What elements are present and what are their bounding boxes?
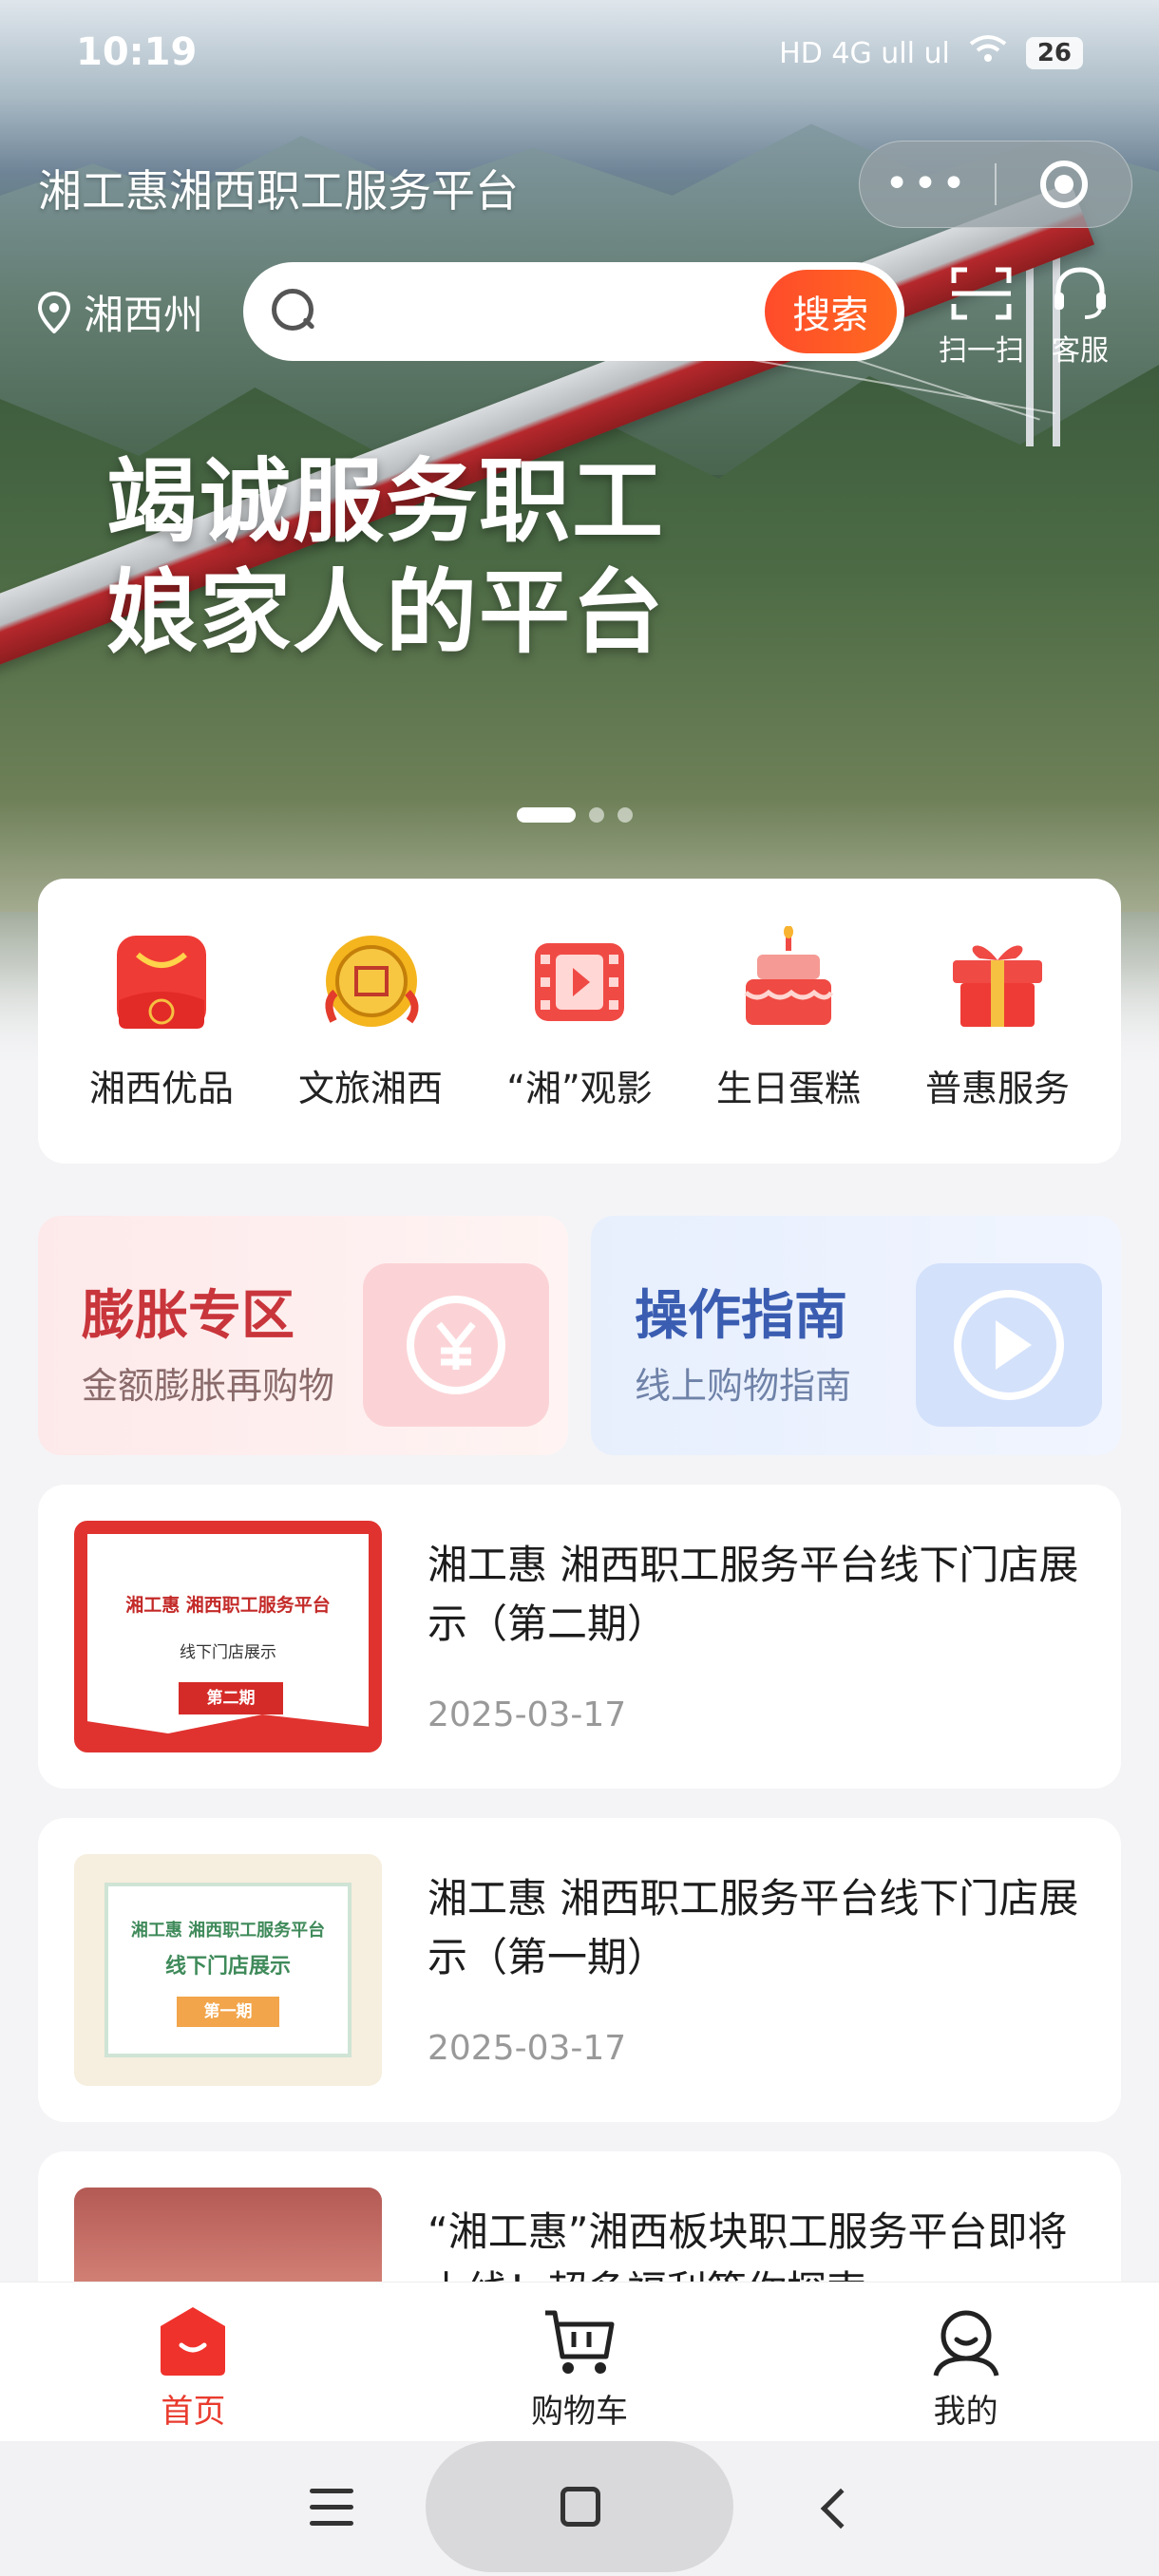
banner-slogan: 竭诚服务职工 娘家人的平台 xyxy=(106,446,665,669)
quick-item-benefits[interactable]: 普惠服务 xyxy=(907,879,1088,1164)
quick-item-label: 生日蛋糕 xyxy=(715,1068,861,1109)
thumb-tag: 第一期 xyxy=(177,1997,279,2027)
promo-operation-guide[interactable]: 操作指南 线上购物指南 xyxy=(591,1216,1121,1455)
miniprogram-capsule[interactable]: ••• xyxy=(859,141,1132,228)
quick-item-label: 文旅湘西 xyxy=(297,1068,443,1109)
tab-label: 我的 xyxy=(933,2393,998,2431)
cake-icon xyxy=(744,926,834,1025)
gold-seal-icon xyxy=(325,936,419,1027)
thumb-subtitle: 线下门店展示 xyxy=(164,1955,291,1979)
tab-cart[interactable]: 购物车 xyxy=(387,2282,773,2441)
quick-item-birthday-cake[interactable]: 生日蛋糕 xyxy=(698,879,879,1164)
search-input[interactable] xyxy=(305,274,765,350)
red-bag-icon xyxy=(117,936,206,1029)
promo-title: 操作指南 xyxy=(635,1285,847,1347)
status-time: 10:19 xyxy=(76,30,198,74)
customer-service-button[interactable]: 客服 xyxy=(1037,264,1123,369)
quick-item-xiangxi-products[interactable]: 湘西优品 xyxy=(71,879,252,1164)
location-selector[interactable]: 湘西州 xyxy=(38,283,203,341)
banner-pagination xyxy=(517,807,633,823)
news-title: 湘工惠 湘西职工服务平台线下门店展示（第一期） xyxy=(428,1875,1079,1980)
location-pin-icon xyxy=(38,291,70,333)
thumb-subtitle: 线下门店展示 xyxy=(180,1643,276,1662)
headset-icon xyxy=(1054,267,1106,319)
news-date: 2025-03-17 xyxy=(428,1695,627,1734)
play-icon xyxy=(916,1263,1102,1427)
wifi-icon xyxy=(969,34,1007,72)
home-icon xyxy=(161,2307,226,2376)
location-label: 湘西州 xyxy=(84,292,204,338)
menu-line-icon xyxy=(310,2489,353,2493)
thumb-frame: 湘工惠 湘西职工服务平台 线下门店展示 第一期 xyxy=(104,1883,352,2057)
yen-cycle-icon xyxy=(363,1263,549,1427)
news-item[interactable]: 湘工惠 湘西职工服务平台 线下门店展示 第一期 湘工惠 湘西职工服务平台线下门店… xyxy=(38,1818,1121,2122)
banner-dot-active[interactable] xyxy=(517,807,576,823)
quick-item-movies[interactable]: “湘”观影 xyxy=(489,879,670,1164)
menu-line-icon xyxy=(310,2505,353,2510)
scan-label: 扫一扫 xyxy=(939,334,1024,368)
service-label: 客服 xyxy=(1052,334,1109,368)
gift-icon xyxy=(953,945,1042,1027)
quick-item-label: 湘西优品 xyxy=(88,1068,234,1109)
status-icons: HD 4G ull ul 26 xyxy=(779,34,1083,72)
banner-dot[interactable] xyxy=(589,807,604,823)
scan-button[interactable]: 扫一扫 xyxy=(939,264,1024,369)
promo-expansion-zone[interactable]: 膨胀专区 金额膨胀再购物 xyxy=(38,1216,568,1455)
search-bar[interactable]: 搜索 xyxy=(243,262,904,361)
banner-dot[interactable] xyxy=(618,807,633,823)
cart-icon xyxy=(545,2310,615,2374)
more-menu-icon[interactable]: ••• xyxy=(860,163,995,205)
news-item[interactable]: 湘工惠 湘西职工服务平台 线下门店展示 第二期 湘工惠 湘西职工服务平台线下门店… xyxy=(38,1485,1121,1789)
quick-item-tourism[interactable]: 文旅湘西 xyxy=(280,879,461,1164)
system-navigation-bar xyxy=(0,2441,1159,2576)
banner-slogan-line2: 娘家人的平台 xyxy=(106,559,665,667)
back-button[interactable] xyxy=(820,2488,862,2529)
quick-item-label: “湘”观影 xyxy=(506,1068,653,1109)
thumb-tag: 第二期 xyxy=(179,1682,283,1714)
promo-subtitle: 线上购物指南 xyxy=(635,1365,852,1407)
app-title: 湘工惠湘西职工服务平台 xyxy=(38,165,519,217)
quick-item-label: 普惠服务 xyxy=(924,1068,1070,1109)
tab-home[interactable]: 首页 xyxy=(0,2282,387,2441)
tab-profile[interactable]: 我的 xyxy=(772,2282,1159,2441)
promo-title: 膨胀专区 xyxy=(82,1285,294,1347)
promo-subtitle: 金额膨胀再购物 xyxy=(82,1365,335,1407)
close-miniprogram-button[interactable] xyxy=(997,161,1131,208)
news-date: 2025-03-17 xyxy=(428,2029,627,2068)
home-button[interactable] xyxy=(560,2487,600,2527)
news-thumbnail: 湘工惠 湘西职工服务平台 线下门店展示 第二期 xyxy=(74,1521,382,1752)
status-bar: 10:19 HD 4G ull ul 26 xyxy=(0,0,1159,104)
recent-apps-button[interactable] xyxy=(310,2489,353,2527)
target-icon xyxy=(1040,161,1088,208)
tab-label: 购物车 xyxy=(531,2393,628,2431)
banner-slogan-line1: 竭诚服务职工 xyxy=(106,448,665,555)
user-icon xyxy=(933,2310,999,2377)
news-thumbnail: 湘工惠 湘西职工服务平台 线下门店展示 第一期 xyxy=(74,1854,382,2086)
thumb-title: 湘工惠 湘西职工服务平台 xyxy=(130,1921,326,1941)
news-title: 湘工惠 湘西职工服务平台线下门店展示（第二期） xyxy=(428,1542,1079,1647)
scan-icon xyxy=(951,267,1012,320)
bottom-tab-bar: 首页 购物车 我的 xyxy=(0,2282,1159,2441)
thumb-title: 湘工惠 湘西职工服务平台 xyxy=(125,1595,331,1616)
search-button[interactable]: 搜索 xyxy=(764,270,897,353)
battery-icon: 26 xyxy=(1025,37,1083,69)
signal-icon: HD 4G ull ul xyxy=(779,36,950,70)
quick-menu-card: 湘西优品 文旅湘西 “湘”观影 生日蛋糕 普惠服务 xyxy=(38,879,1121,1164)
menu-line-icon xyxy=(310,2521,353,2526)
search-icon xyxy=(272,289,314,334)
tab-label: 首页 xyxy=(161,2393,226,2431)
film-icon xyxy=(535,943,624,1021)
